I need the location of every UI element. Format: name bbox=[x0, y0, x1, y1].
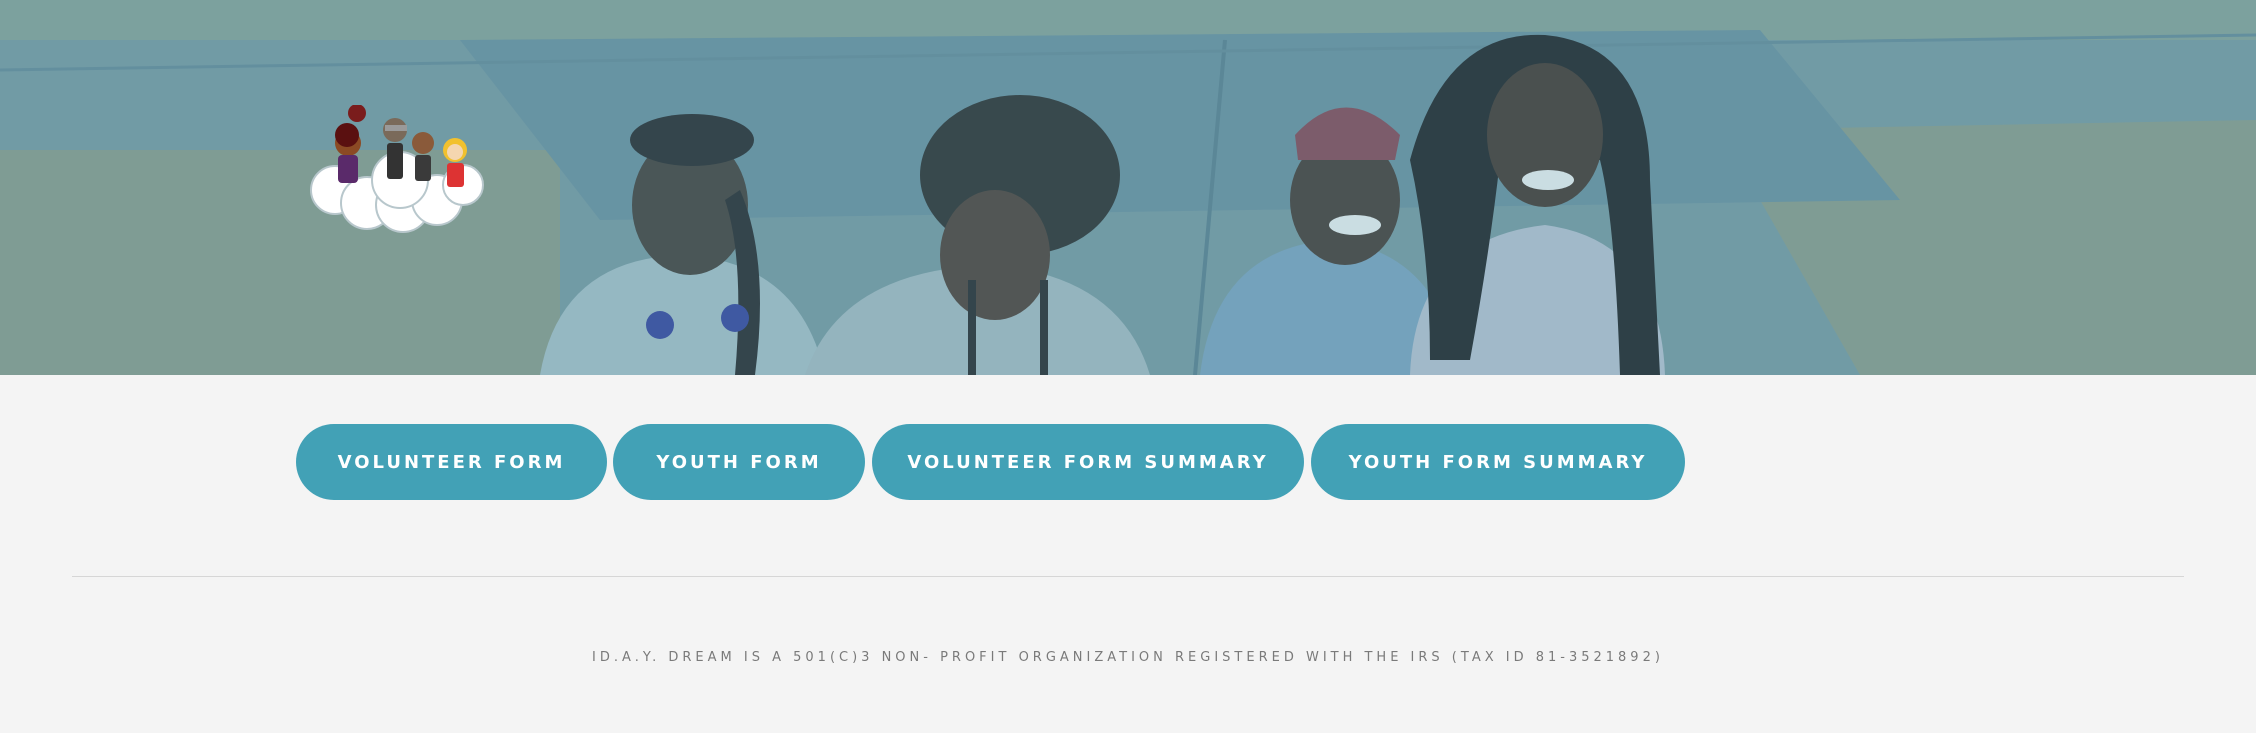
youth-form-button[interactable]: YOUTH FORM bbox=[613, 424, 865, 500]
volunteer-form-summary-button[interactable]: VOLUNTEER FORM SUMMARY bbox=[872, 424, 1304, 500]
footer-text: ID.A.Y. DREAM IS A 501(C)3 NON- PROFIT O… bbox=[592, 650, 1664, 665]
logo[interactable] bbox=[305, 105, 490, 235]
footer-divider bbox=[72, 576, 2184, 577]
hero-banner bbox=[0, 0, 2256, 375]
volunteer-form-button[interactable]: VOLUNTEER FORM bbox=[296, 424, 607, 500]
cartoon-kids-on-cloud-icon bbox=[310, 105, 484, 233]
youth-form-summary-button[interactable]: YOUTH FORM SUMMARY bbox=[1311, 424, 1685, 500]
